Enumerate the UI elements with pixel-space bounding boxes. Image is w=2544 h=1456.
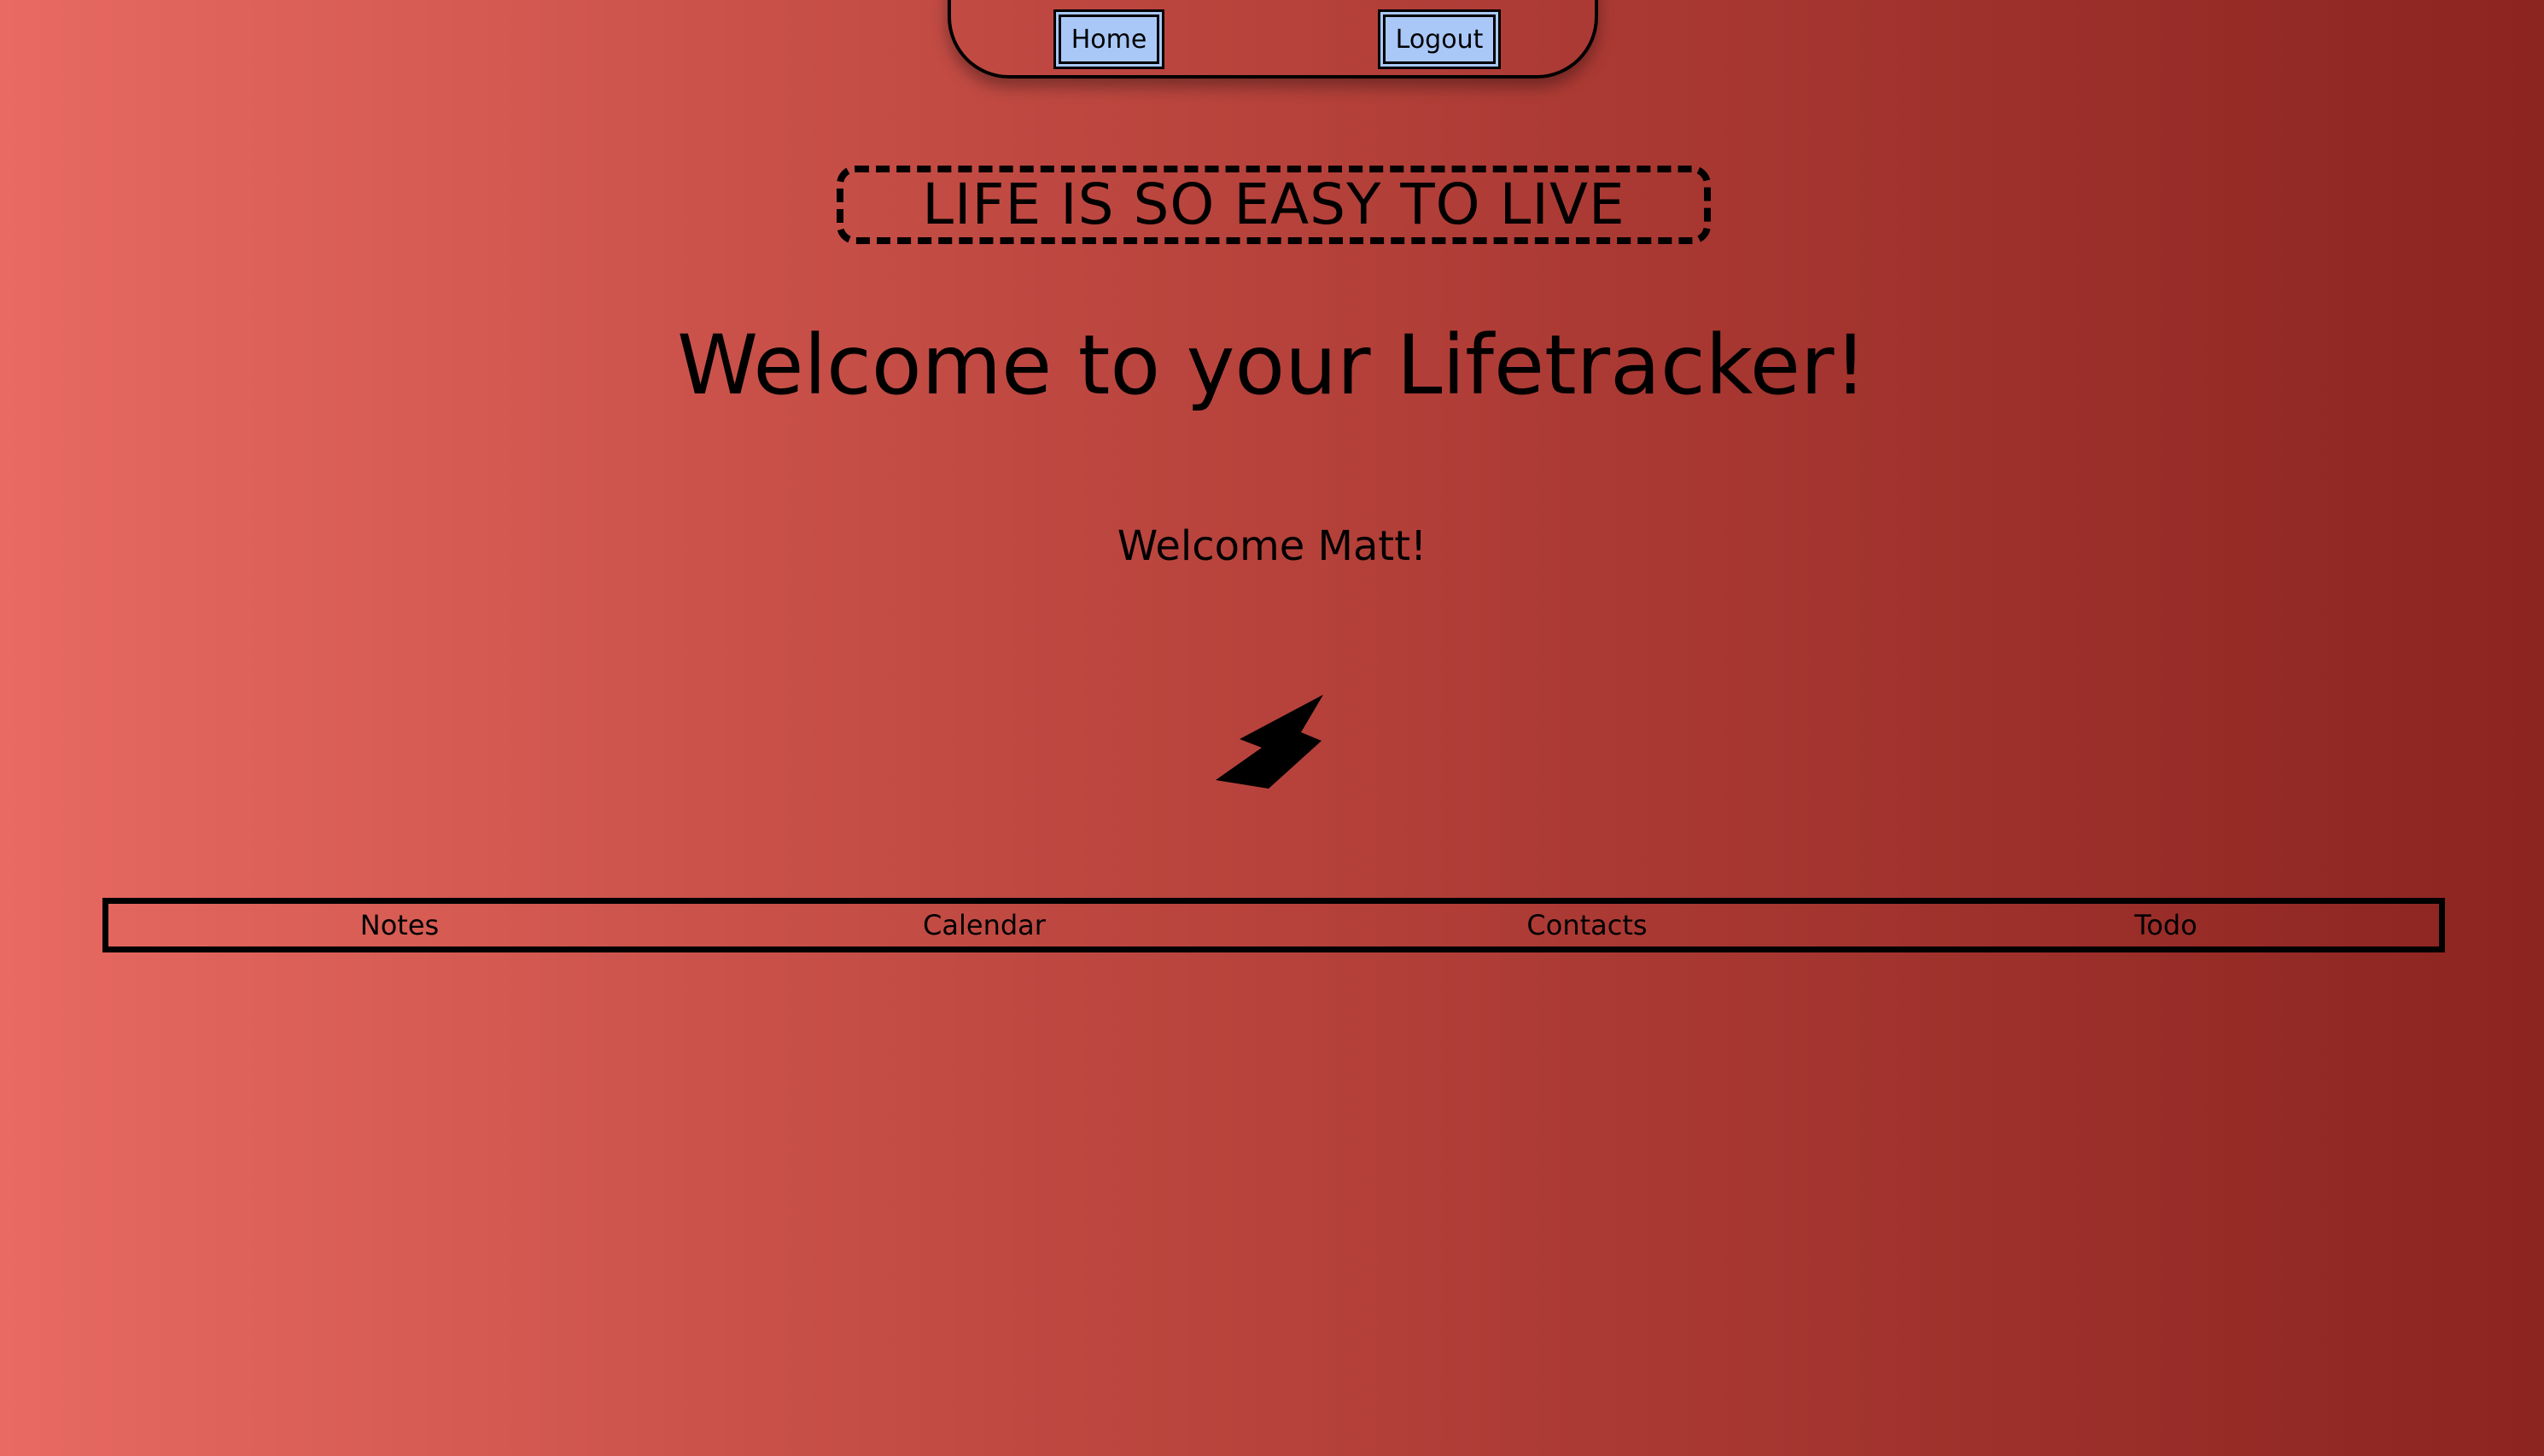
app-nav-bar: Notes Calendar Contacts Todo [102,898,2445,952]
top-nav: Home Logout [948,0,1598,79]
page-title: Welcome to your Lifetracker! [677,317,1867,413]
lightning-bolt-icon [1216,695,1323,789]
app-link-contacts[interactable]: Contacts [1526,904,1647,946]
app-link-calendar[interactable]: Calendar [923,904,1046,946]
home-button[interactable]: Home [1056,12,1162,67]
app-link-todo[interactable]: Todo [2134,904,2197,946]
motto-banner: LIFE IS SO EASY TO LIVE [837,166,1711,244]
user-greeting: Welcome Matt! [1117,522,1427,570]
app-link-notes[interactable]: Notes [360,904,439,946]
logout-button[interactable]: Logout [1380,12,1498,67]
